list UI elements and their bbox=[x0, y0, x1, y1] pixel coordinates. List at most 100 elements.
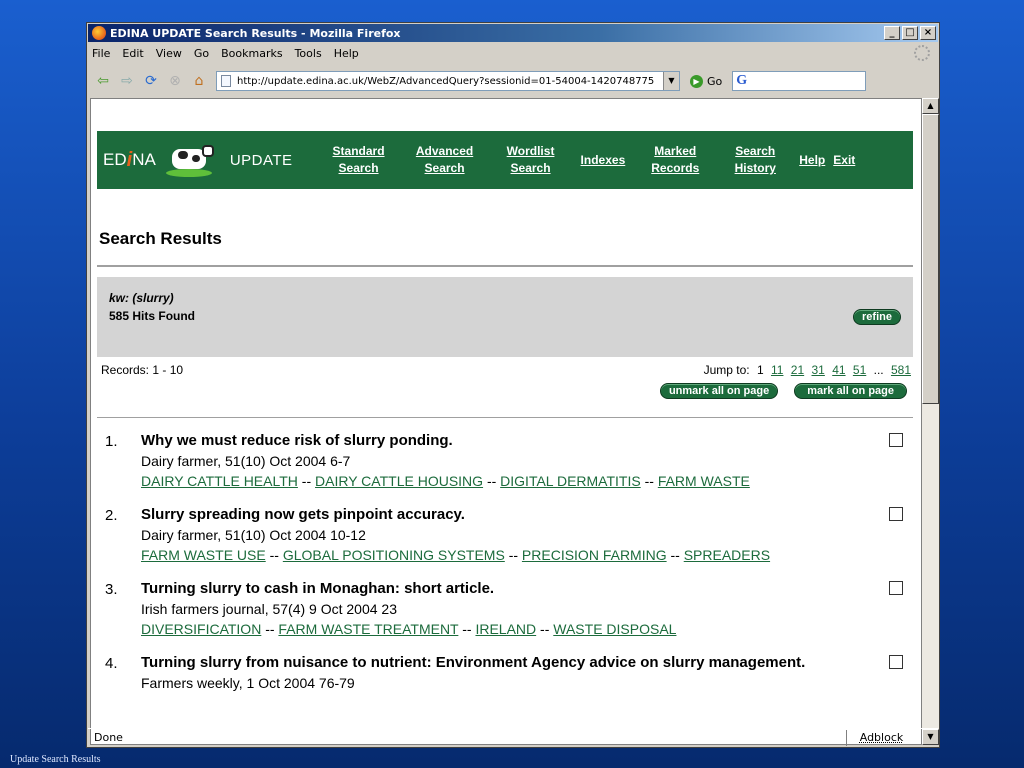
result-item: 1. Why we must reduce risk of slurry pond… bbox=[97, 431, 913, 491]
menu-view[interactable]: View bbox=[156, 47, 182, 60]
jump-to: Jump to: 1 11 21 31 41 51 ... 581 bbox=[704, 363, 911, 377]
hits-count: 585 Hits Found bbox=[109, 309, 196, 323]
subject-link[interactable]: WASTE DISPOSAL bbox=[553, 621, 676, 637]
url-dropdown-icon[interactable]: ▼ bbox=[663, 72, 679, 90]
reload-icon[interactable]: ⟳ bbox=[142, 72, 160, 90]
jump-link-41[interactable]: 41 bbox=[832, 363, 845, 377]
subject-separator: -- bbox=[666, 547, 684, 563]
result-title[interactable]: Turning slurry from nuisance to nutrient… bbox=[141, 653, 823, 673]
menu-help[interactable]: Help bbox=[334, 47, 359, 60]
logo-text-update: UPDATE bbox=[229, 151, 293, 169]
result-item: 2. Slurry spreading now gets pinpoint acc… bbox=[97, 505, 913, 565]
nav-help[interactable]: Help bbox=[799, 152, 825, 169]
scroll-up-icon[interactable]: ▲ bbox=[922, 98, 939, 114]
subject-link[interactable]: FARM WASTE USE bbox=[141, 547, 266, 563]
nav-marked-records[interactable]: Marked Records bbox=[639, 143, 711, 177]
stop-icon[interactable]: ⊗ bbox=[166, 72, 184, 90]
menu-go[interactable]: Go bbox=[194, 47, 209, 60]
subject-link[interactable]: FARM WASTE bbox=[658, 473, 750, 489]
vertical-scrollbar[interactable]: ▲ ▼ bbox=[922, 98, 939, 745]
search-box[interactable]: G bbox=[732, 71, 867, 91]
logo-text-na: NA bbox=[132, 150, 156, 169]
mark-all-button[interactable]: mark all on page bbox=[794, 383, 907, 399]
home-icon[interactable]: ⌂ bbox=[190, 72, 208, 90]
subject-separator: -- bbox=[265, 547, 283, 563]
jump-link-last[interactable]: 581 bbox=[891, 363, 911, 377]
cow-logo-icon bbox=[164, 141, 216, 179]
page-viewport: ED i NA UPDATE Standard Search Advanced Sear… bbox=[90, 98, 922, 745]
slide-caption: Update Search Results bbox=[10, 754, 101, 765]
result-number: 3. bbox=[105, 581, 118, 598]
result-source: Dairy farmer, 51(10) Oct 2004 6-7 bbox=[141, 453, 351, 469]
jump-label: Jump to: bbox=[703, 363, 750, 377]
divider bbox=[97, 265, 913, 267]
result-source: Irish farmers journal, 57(4) 9 Oct 2004 … bbox=[141, 601, 398, 617]
menu-edit[interactable]: Edit bbox=[122, 47, 143, 60]
adblock-button[interactable]: Adblock bbox=[846, 729, 916, 746]
subject-link[interactable]: DIGITAL DERMATITIS bbox=[500, 473, 641, 489]
mark-record-checkbox[interactable] bbox=[889, 655, 903, 669]
go-arrow-icon: ▶ bbox=[690, 74, 703, 88]
subject-link[interactable]: IRELAND bbox=[475, 621, 536, 637]
subject-link[interactable]: SPREADERS bbox=[684, 547, 770, 563]
result-subjects: DIVERSIFICATION -- FARM WASTE TREATMENT … bbox=[141, 619, 823, 639]
site-nav: Standard Search Advanced Search Wordlist Se… bbox=[323, 143, 870, 177]
result-source: Dairy farmer, 51(10) Oct 2004 10-12 bbox=[141, 527, 366, 543]
mark-record-checkbox[interactable] bbox=[889, 507, 903, 521]
subject-link[interactable]: PRECISION FARMING bbox=[522, 547, 667, 563]
menu-bookmarks[interactable]: Bookmarks bbox=[221, 47, 282, 60]
nav-indexes[interactable]: Indexes bbox=[581, 152, 626, 169]
menu-tools[interactable]: Tools bbox=[295, 47, 322, 60]
scroll-thumb[interactable] bbox=[922, 114, 939, 404]
result-number: 4. bbox=[105, 655, 118, 672]
jump-link-21[interactable]: 21 bbox=[791, 363, 804, 377]
url-text: http://update.edina.ac.uk/WebZ/AdvancedQ… bbox=[237, 75, 655, 87]
edina-logo[interactable]: ED i NA UPDATE bbox=[97, 141, 293, 179]
jump-link-31[interactable]: 31 bbox=[812, 363, 825, 377]
result-item: 4. Turning slurry from nuisance to nutrie… bbox=[97, 653, 913, 693]
results-list: 1. Why we must reduce risk of slurry pond… bbox=[97, 431, 913, 707]
firefox-icon bbox=[92, 26, 106, 40]
mark-record-checkbox[interactable] bbox=[889, 581, 903, 595]
result-title[interactable]: Slurry spreading now gets pinpoint accur… bbox=[141, 505, 823, 525]
url-bar[interactable]: http://update.edina.ac.uk/WebZ/AdvancedQ… bbox=[216, 71, 680, 91]
query-summary: kw: (slurry) 585 Hits Found refine bbox=[97, 277, 913, 357]
subject-separator: -- bbox=[640, 473, 658, 489]
refine-button[interactable]: refine bbox=[853, 309, 901, 325]
menu-file[interactable]: File bbox=[92, 47, 110, 60]
nav-wordlist-search[interactable]: Wordlist Search bbox=[495, 143, 567, 177]
forward-arrow-icon[interactable]: ⇨ bbox=[118, 72, 136, 90]
result-subjects: FARM WASTE USE -- GLOBAL POSITIONING SYS… bbox=[141, 545, 823, 565]
unmark-all-button[interactable]: unmark all on page bbox=[659, 383, 779, 399]
nav-advanced-search[interactable]: Advanced Search bbox=[409, 143, 481, 177]
google-icon[interactable]: G bbox=[736, 73, 747, 89]
subject-separator: -- bbox=[297, 473, 316, 489]
nav-standard-search[interactable]: Standard Search bbox=[323, 143, 395, 177]
result-number: 1. bbox=[105, 433, 118, 450]
go-button[interactable]: ▶ Go bbox=[690, 74, 723, 88]
subject-separator: -- bbox=[536, 621, 554, 637]
nav-exit[interactable]: Exit bbox=[833, 152, 855, 169]
page-title: Search Results bbox=[99, 229, 222, 248]
jump-current-page: 1 bbox=[756, 363, 764, 377]
subject-link[interactable]: GLOBAL POSITIONING SYSTEMS bbox=[283, 547, 505, 563]
jump-link-11[interactable]: 11 bbox=[771, 363, 783, 377]
jump-link-51[interactable]: 51 bbox=[853, 363, 866, 377]
go-label: Go bbox=[707, 74, 723, 88]
result-number: 2. bbox=[105, 507, 118, 524]
minimize-button[interactable]: _ bbox=[884, 26, 900, 40]
close-button[interactable]: × bbox=[920, 26, 936, 40]
subject-separator: -- bbox=[504, 547, 522, 563]
result-title[interactable]: Turning slurry to cash in Monaghan: shor… bbox=[141, 579, 823, 599]
subject-link[interactable]: DIVERSIFICATION bbox=[141, 621, 261, 637]
title-bar: EDINA UPDATE Search Results - Mozilla Fi… bbox=[88, 24, 938, 42]
subject-link[interactable]: DAIRY CATTLE HOUSING bbox=[315, 473, 483, 489]
mark-record-checkbox[interactable] bbox=[889, 433, 903, 447]
back-arrow-icon[interactable]: ⇦ bbox=[94, 72, 112, 90]
subject-link[interactable]: FARM WASTE TREATMENT bbox=[278, 621, 458, 637]
nav-search-history[interactable]: Search History bbox=[725, 143, 785, 177]
maximize-button[interactable]: □ bbox=[902, 26, 918, 40]
browser-window: EDINA UPDATE Search Results - Mozilla Fi… bbox=[86, 22, 940, 748]
result-title[interactable]: Why we must reduce risk of slurry pondin… bbox=[141, 431, 823, 451]
subject-link[interactable]: DAIRY CATTLE HEALTH bbox=[141, 473, 298, 489]
